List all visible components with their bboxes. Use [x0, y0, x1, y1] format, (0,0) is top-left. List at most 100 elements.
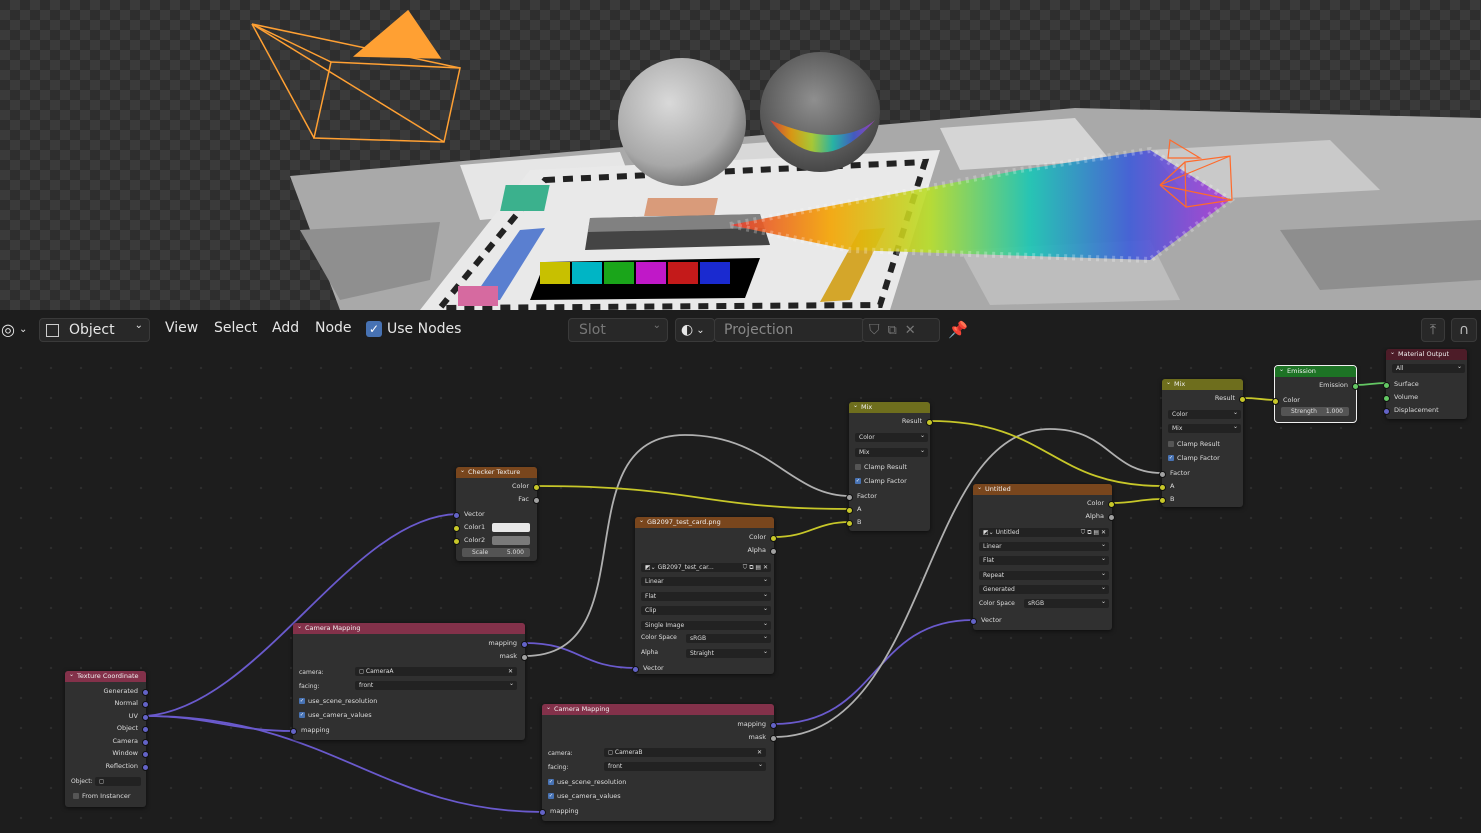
socket-in-volume[interactable]: Volume [1383, 391, 1467, 403]
node-mix-1[interactable]: Mix Result Color Mix Clamp Result ✓Clamp… [846, 402, 933, 531]
socket-out-result[interactable]: Result [849, 415, 933, 427]
snapping-toggle[interactable]: ∩ [1451, 318, 1477, 342]
facing-dropdown[interactable]: front [604, 762, 766, 771]
color-space-dropdown[interactable]: sRGB [686, 634, 771, 643]
image-datablock-field[interactable]: ◩⌄ GB2097_test_car... ⛉ ⧉ ▤ ✕ [641, 563, 771, 572]
socket-out-fac[interactable]: Fac [456, 493, 540, 505]
node-header[interactable]: Checker Texture [456, 467, 537, 478]
image-datablock-field[interactable]: ◩⌄ Untitled ⛉ ⧉ ▤ ✕ [979, 528, 1109, 537]
node-header[interactable]: Material Output [1386, 349, 1467, 360]
node-checker-texture[interactable]: Checker Texture Color Fac Vector Color1 … [453, 467, 540, 561]
socket-out-mask[interactable]: mask [293, 650, 528, 662]
socket-in-b[interactable]: B [1159, 493, 1243, 505]
socket-in-a[interactable]: A [846, 503, 930, 515]
socket-in-vector[interactable]: Vector [632, 662, 774, 674]
socket-out-emission[interactable]: Emission [1275, 379, 1359, 391]
socket-in-surface[interactable]: Surface [1383, 378, 1467, 390]
socket-out-mask[interactable]: mask [542, 731, 777, 743]
socket-out-alpha[interactable]: Alpha [635, 544, 777, 556]
node-emission[interactable]: Emission Emission Color Strength1.000 [1272, 365, 1359, 423]
pin-icon[interactable]: 📌 [948, 318, 968, 340]
socket-in-b[interactable]: B [846, 516, 930, 528]
node-camera-mapping-a[interactable]: Camera Mapping mapping mask camera: ◻ Ca… [290, 623, 528, 740]
object-field[interactable]: ◻ [95, 777, 141, 786]
node-material-output[interactable]: Material Output All Surface Volume Displ… [1383, 349, 1467, 419]
target-dropdown[interactable]: All [1392, 364, 1465, 373]
interpolation-dropdown[interactable]: Linear [641, 577, 771, 586]
socket-object[interactable]: Object [65, 722, 149, 734]
socket-out-color[interactable]: Color [973, 497, 1115, 509]
node-header[interactable]: Camera Mapping [542, 704, 774, 715]
socket-out-mapping[interactable]: mapping [293, 637, 528, 649]
socket-window[interactable]: Window [65, 747, 149, 759]
node-texture-coordinate[interactable]: Texture Coordinate Generated Normal UV O… [65, 671, 149, 807]
node-header[interactable]: Texture Coordinate [65, 671, 146, 682]
node-camera-mapping-b[interactable]: Camera Mapping mapping mask camera: ◻ Ca… [539, 704, 777, 821]
menu-view[interactable]: View [165, 320, 198, 336]
socket-in-a[interactable]: A [1159, 480, 1243, 492]
node-image-texture-a[interactable]: GB2097_test_card.png Color Alpha ◩⌄ GB20… [632, 517, 777, 674]
from-instancer-checkbox[interactable]: From Instancer [65, 790, 146, 802]
parent-node-tree-button[interactable]: ⤒ [1421, 318, 1445, 342]
socket-in-vector[interactable]: Vector [970, 614, 1112, 626]
socket-out-mapping[interactable]: mapping [542, 718, 777, 730]
socket-uv[interactable]: UV [65, 710, 149, 722]
menu-add[interactable]: Add [272, 320, 299, 336]
socket-out-alpha[interactable]: Alpha [973, 510, 1115, 522]
menu-select[interactable]: Select [214, 320, 257, 336]
socket-in-factor[interactable]: Factor [1159, 467, 1243, 479]
socket-normal[interactable]: Normal [65, 697, 149, 709]
node-header[interactable]: Camera Mapping [293, 623, 525, 634]
material-browse-button[interactable]: ◐ ⌄ [675, 318, 715, 342]
projection-dropdown[interactable]: Flat [979, 556, 1109, 565]
socket-reflection[interactable]: Reflection [65, 760, 149, 772]
source-dropdown[interactable]: Generated [979, 585, 1109, 594]
use-scene-resolution-checkbox[interactable]: ✓ use_scene_resolution [291, 695, 525, 707]
material-name-field[interactable]: Projection [714, 318, 864, 342]
socket-out-result[interactable]: Result [1162, 392, 1246, 404]
use-scene-resolution-checkbox[interactable]: ✓ use_scene_resolution [540, 776, 774, 788]
fake-user-shield-icon[interactable]: ⛉ [869, 322, 880, 338]
facing-dropdown[interactable]: front [355, 681, 517, 690]
close-icon[interactable]: ✕ [905, 323, 916, 338]
blend-mode-dropdown[interactable]: Mix [1168, 424, 1241, 433]
clamp-factor-checkbox[interactable]: ✓ Clamp Factor [847, 475, 930, 487]
socket-in-mapping[interactable]: mapping [539, 805, 774, 817]
color2-swatch[interactable] [492, 536, 530, 545]
data-type-dropdown[interactable]: Color [1168, 410, 1241, 419]
use-camera-values-checkbox[interactable]: ✓ use_camera_values [540, 790, 774, 802]
projection-dropdown[interactable]: Flat [641, 592, 771, 601]
editor-type-dropdown[interactable]: ◎ ⌄ [0, 318, 32, 340]
node-header[interactable]: Mix [1162, 379, 1243, 390]
data-type-dropdown[interactable]: Color [855, 433, 928, 442]
extension-dropdown[interactable]: Clip [641, 606, 771, 615]
color-space-dropdown[interactable]: sRGB [1024, 599, 1109, 608]
source-dropdown[interactable]: Single Image [641, 621, 771, 630]
extension-dropdown[interactable]: Repeat [979, 571, 1109, 580]
socket-out-color[interactable]: Color [456, 480, 540, 492]
clamp-result-checkbox[interactable]: Clamp Result [847, 461, 930, 473]
object-mode-dropdown[interactable]: Object ⌄ [39, 318, 150, 342]
scale-field[interactable]: Scale 5.000 [462, 548, 530, 557]
use-camera-values-checkbox[interactable]: ✓ use_camera_values [291, 709, 525, 721]
node-editor-canvas[interactable]: Texture Coordinate Generated Normal UV O… [0, 347, 1481, 833]
slot-dropdown[interactable]: Slot ⌄ [568, 318, 668, 342]
3d-viewport[interactable] [0, 0, 1481, 310]
menu-node[interactable]: Node [315, 320, 352, 336]
duplicate-material-icon[interactable]: ⧉ [888, 323, 897, 338]
node-mix-2[interactable]: Mix Result Color Mix Clamp Result ✓Clamp… [1159, 379, 1246, 507]
camera-field[interactable]: ◻ CameraA ✕ [355, 667, 517, 676]
socket-in-mapping[interactable]: mapping [290, 724, 525, 736]
socket-out-color[interactable]: Color [635, 531, 777, 543]
node-header[interactable]: Mix [849, 402, 930, 413]
node-header[interactable]: Untitled [973, 484, 1112, 495]
node-header[interactable]: GB2097_test_card.png [635, 517, 774, 528]
interpolation-dropdown[interactable]: Linear [979, 542, 1109, 551]
strength-field[interactable]: Strength 1.000 [1281, 407, 1349, 416]
socket-camera[interactable]: Camera [65, 735, 149, 747]
socket-in-vector[interactable]: Vector [453, 508, 537, 520]
clamp-result-checkbox[interactable]: Clamp Result [1160, 438, 1243, 450]
blend-mode-dropdown[interactable]: Mix [855, 448, 928, 457]
color1-swatch[interactable] [492, 523, 530, 532]
use-nodes-toggle[interactable]: ✓ Use Nodes [366, 318, 461, 340]
